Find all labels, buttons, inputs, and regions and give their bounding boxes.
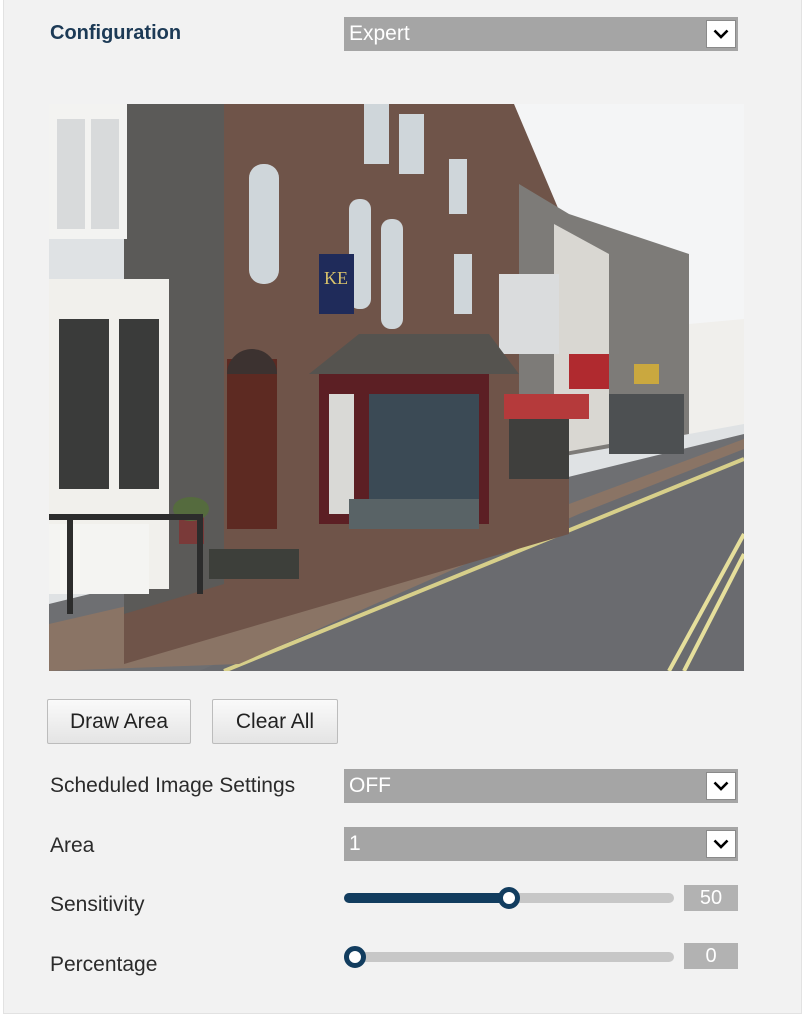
configuration-mode-select[interactable]: Expert (344, 17, 738, 51)
sensitivity-slider-fill (344, 893, 509, 903)
configuration-mode-value: Expert (349, 22, 410, 45)
scheduled-image-settings-label: Scheduled Image Settings (50, 774, 296, 797)
percentage-value[interactable]: 0 (684, 943, 738, 969)
area-value: 1 (349, 832, 361, 855)
draw-area-button[interactable]: Draw Area (47, 699, 191, 744)
camera-preview-image[interactable]: KE (49, 104, 744, 671)
scheduled-image-settings-select[interactable]: OFF (344, 769, 738, 803)
percentage-label: Percentage (50, 953, 158, 976)
scheduled-image-settings-value: OFF (349, 774, 391, 797)
sensitivity-label: Sensitivity (50, 893, 145, 916)
settings-panel: Configuration Expert KE Draw Area Clear … (3, 0, 802, 1014)
chevron-down-icon[interactable] (706, 772, 736, 800)
area-select[interactable]: 1 (344, 827, 738, 861)
chevron-down-icon[interactable] (706, 830, 736, 858)
clear-all-button[interactable]: Clear All (212, 699, 338, 744)
sensitivity-slider[interactable] (344, 887, 674, 909)
chevron-down-icon[interactable] (706, 20, 736, 48)
percentage-slider-handle[interactable] (344, 946, 366, 968)
shop-sign-text: KE (324, 268, 348, 288)
percentage-slider[interactable] (344, 946, 674, 968)
area-label: Area (50, 834, 95, 857)
sensitivity-value[interactable]: 50 (684, 885, 738, 911)
configuration-label: Configuration (50, 22, 182, 44)
sensitivity-slider-handle[interactable] (498, 887, 520, 909)
